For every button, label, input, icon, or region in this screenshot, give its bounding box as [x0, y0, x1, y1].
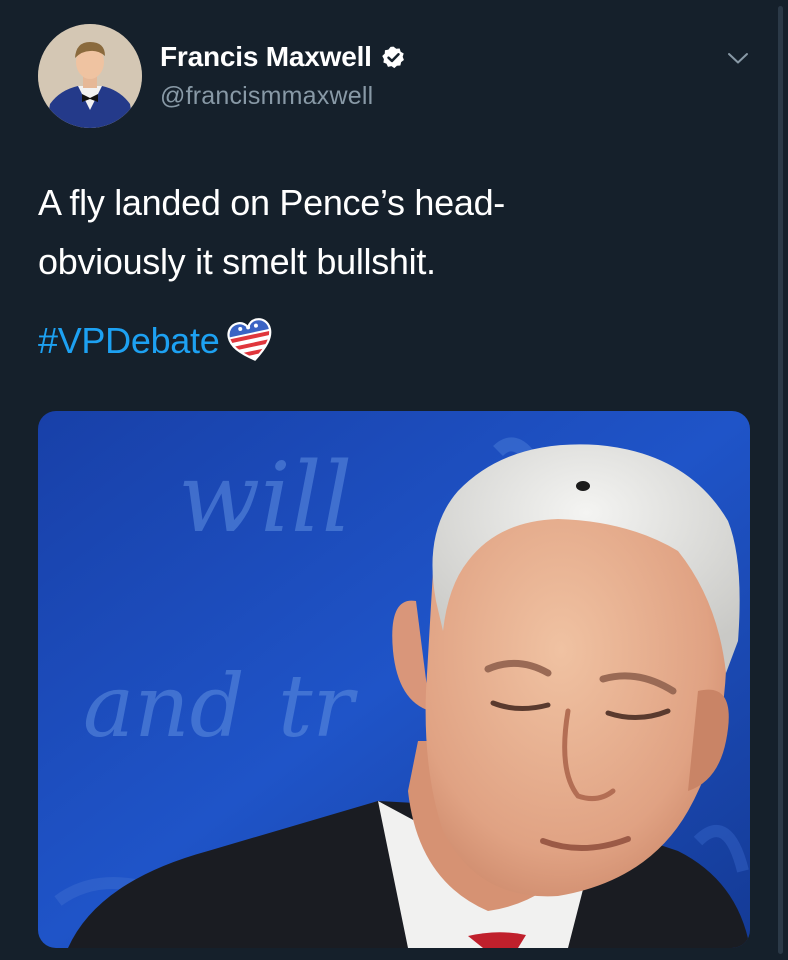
display-name[interactable]: Francis Maxwell [160, 41, 372, 73]
tweet-text: A fly landed on Pence’s head-obviously i… [38, 173, 738, 291]
hashtag-row: #VPDebate [38, 313, 276, 369]
scrollbar[interactable] [778, 6, 783, 954]
chevron-down-icon[interactable] [724, 44, 752, 72]
fly [576, 481, 590, 491]
american-flag-heart-icon [227, 317, 276, 364]
tweet-text-line-2: obviously it smelt bullshit. [38, 241, 436, 282]
debate-photo: will and tr [38, 411, 750, 948]
avatar[interactable] [38, 24, 142, 128]
name-row: Francis Maxwell [160, 40, 406, 74]
background-word-will: will [178, 442, 352, 554]
verified-badge-icon [382, 46, 404, 68]
author-info: Francis Maxwell @francismmaxwell [160, 40, 406, 111]
tweet-media-photo[interactable]: will and tr [38, 411, 750, 948]
author-handle[interactable]: @francismmaxwell [160, 82, 406, 111]
background-word-tr: tr [278, 657, 359, 757]
avatar-image [38, 24, 142, 128]
tweet-card: Francis Maxwell @francismmaxwell A fly l… [0, 0, 788, 960]
background-word-and: and [83, 657, 245, 757]
tweet-text-line-1: A fly landed on Pence’s head- [38, 182, 505, 223]
hashtag-link[interactable]: #VPDebate [38, 320, 220, 362]
